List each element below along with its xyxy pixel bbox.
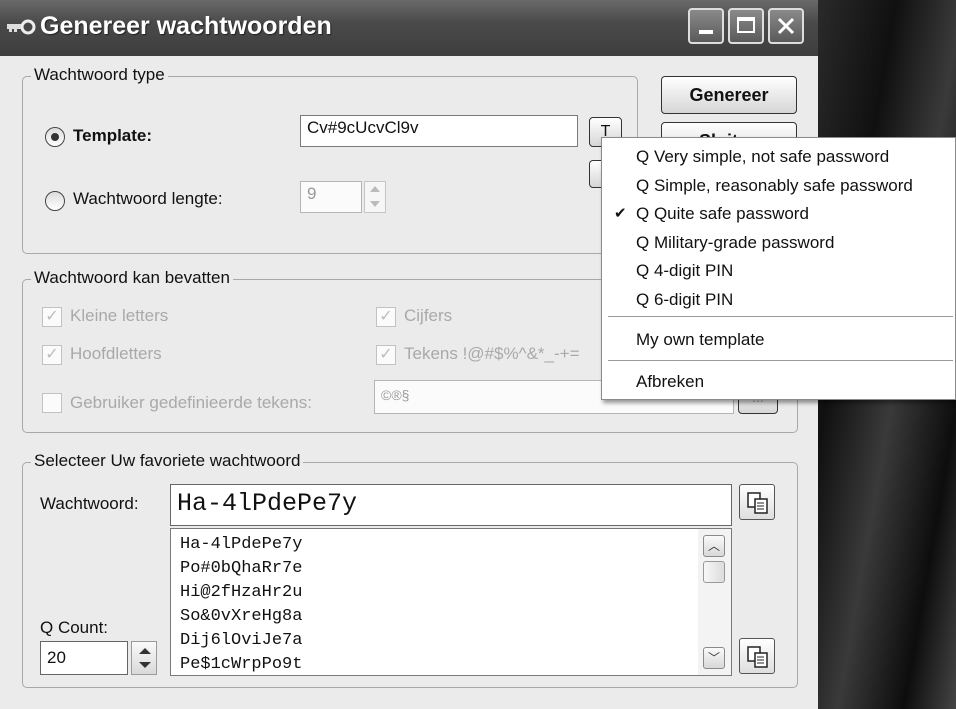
template-radio[interactable] xyxy=(45,127,65,147)
password-type-legend: Wachtwoord type xyxy=(31,65,168,85)
menu-item-label: Q Military-grade password xyxy=(636,232,835,252)
scroll-up-button[interactable]: ︿ xyxy=(703,535,725,557)
password-list-items: Ha-4lPdePe7y Po#0bQhaRr7e Hi@2fHzaHr2u So&0… xyxy=(180,533,302,675)
menu-item-label: Q Quite safe password xyxy=(636,204,809,223)
check-icon: ✓ xyxy=(45,308,59,325)
chevron-up-icon: ︿ xyxy=(707,539,720,553)
custom-chars-checkbox[interactable] xyxy=(42,393,62,413)
lowercase-checkbox[interactable]: ✓ xyxy=(42,307,62,327)
list-item[interactable]: So&0vXreHg8a xyxy=(180,605,302,629)
menu-item-template-3[interactable]: Q Military-grade password xyxy=(602,229,956,257)
password-label: Wachtwoord: xyxy=(40,494,139,513)
spin-up-icon xyxy=(370,186,380,192)
template-input[interactable]: Cv#9cUcvCl9v xyxy=(300,115,578,147)
menu-item-label: Afbreken xyxy=(636,372,705,391)
length-radio[interactable] xyxy=(45,191,65,211)
password-list[interactable]: Ha-4lPdePe7y Po#0bQhaRr7e Hi@2fHzaHr2u So&0… xyxy=(170,528,732,676)
length-spinner[interactable] xyxy=(364,181,386,213)
menu-separator xyxy=(608,316,953,317)
title-bar[interactable]: Genereer wachtwoorden xyxy=(0,0,818,56)
count-input[interactable]: 20 xyxy=(40,641,128,675)
window-title: Genereer wachtwoorden xyxy=(40,12,332,40)
length-input[interactable]: 9 xyxy=(300,181,362,213)
check-icon: ✓ xyxy=(45,346,59,363)
maximize-icon xyxy=(737,17,755,33)
spin-down-icon xyxy=(370,201,380,207)
copy-icon xyxy=(747,646,768,668)
custom-chars-label: Gebruiker gedefinieerde tekens: xyxy=(70,393,312,412)
favorite-password-legend: Selecteer Uw favoriete wachtwoord xyxy=(31,451,304,471)
check-icon: ✓ xyxy=(379,308,393,325)
selected-password-field[interactable]: Ha-4lPdePe7y xyxy=(170,484,732,526)
uppercase-checkbox[interactable]: ✓ xyxy=(42,345,62,365)
list-item[interactable]: Hi@2fHzaHr2u xyxy=(180,581,302,605)
digits-checkbox[interactable]: ✓ xyxy=(376,307,396,327)
list-item[interactable]: Ha-4lPdePe7y xyxy=(180,533,302,557)
close-button[interactable] xyxy=(768,8,804,44)
scroll-down-button[interactable]: ﹀ xyxy=(703,647,725,669)
minimize-button[interactable] xyxy=(688,8,724,44)
generate-button[interactable]: Genereer xyxy=(661,76,797,114)
password-type-group: Wachtwoord type xyxy=(22,65,638,254)
key-icon xyxy=(7,19,36,35)
copy-icon xyxy=(747,492,768,514)
count-spinner[interactable] xyxy=(131,641,157,675)
uppercase-label: Hoofdletters xyxy=(70,344,162,363)
menu-item-cancel[interactable]: Afbreken xyxy=(602,368,956,396)
menu-item-label: Q 4-digit PIN xyxy=(636,261,734,280)
spin-down-icon xyxy=(139,662,151,668)
spin-up-icon xyxy=(139,648,151,654)
check-icon: ✓ xyxy=(379,346,393,363)
checkmark-icon: ✔ xyxy=(614,205,627,222)
radio-selected-dot xyxy=(51,133,59,141)
menu-item-label: Q Very simple, not safe password xyxy=(636,147,890,166)
length-label: Wachtwoord lengte: xyxy=(73,189,223,208)
copy-password-button[interactable] xyxy=(739,484,775,520)
lowercase-label: Kleine letters xyxy=(70,306,169,325)
scroll-thumb[interactable] xyxy=(703,561,725,583)
menu-separator xyxy=(608,360,953,361)
chevron-down-icon: ﹀ xyxy=(707,651,720,665)
close-icon xyxy=(777,17,795,35)
copy-list-button[interactable] xyxy=(739,638,775,674)
menu-item-label: Q 6-digit PIN xyxy=(636,289,734,309)
template-label: Template: xyxy=(73,126,153,145)
minimize-icon xyxy=(699,30,713,34)
count-label: Q Count: xyxy=(40,618,109,637)
symbols-checkbox[interactable]: ✓ xyxy=(376,345,396,365)
menu-item-label: Q Simple, reasonably safe password xyxy=(636,175,913,195)
template-popup-menu: Q Very simple, not safe password Q Simple… xyxy=(601,137,956,400)
can-contain-legend: Wachtwoord kan bevatten xyxy=(31,268,233,288)
digits-label: Cijfers xyxy=(404,306,453,325)
menu-item-label: My own template xyxy=(636,330,765,349)
maximize-button[interactable] xyxy=(728,8,764,44)
menu-item-own-template[interactable]: My own template xyxy=(602,326,956,354)
list-scrollbar[interactable]: ︿ ﹀ xyxy=(698,529,731,675)
list-item[interactable]: Dij6lOviJe7a xyxy=(180,629,302,653)
menu-item-template-0[interactable]: Q Very simple, not safe password xyxy=(602,143,956,171)
menu-item-template-4[interactable]: Q 4-digit PIN xyxy=(602,257,956,285)
menu-item-template-1[interactable]: Q Simple, reasonably safe password xyxy=(602,172,956,200)
list-item[interactable]: Pe$1cWrpPo9t xyxy=(180,653,302,675)
list-item[interactable]: Po#0bQhaRr7e xyxy=(180,557,302,581)
symbols-label: Tekens !@#$%^&*_-+= xyxy=(404,344,580,363)
menu-item-template-2[interactable]: ✔ Q Quite safe password xyxy=(602,200,956,228)
menu-item-template-5[interactable]: Q 6-digit PIN xyxy=(602,286,956,314)
